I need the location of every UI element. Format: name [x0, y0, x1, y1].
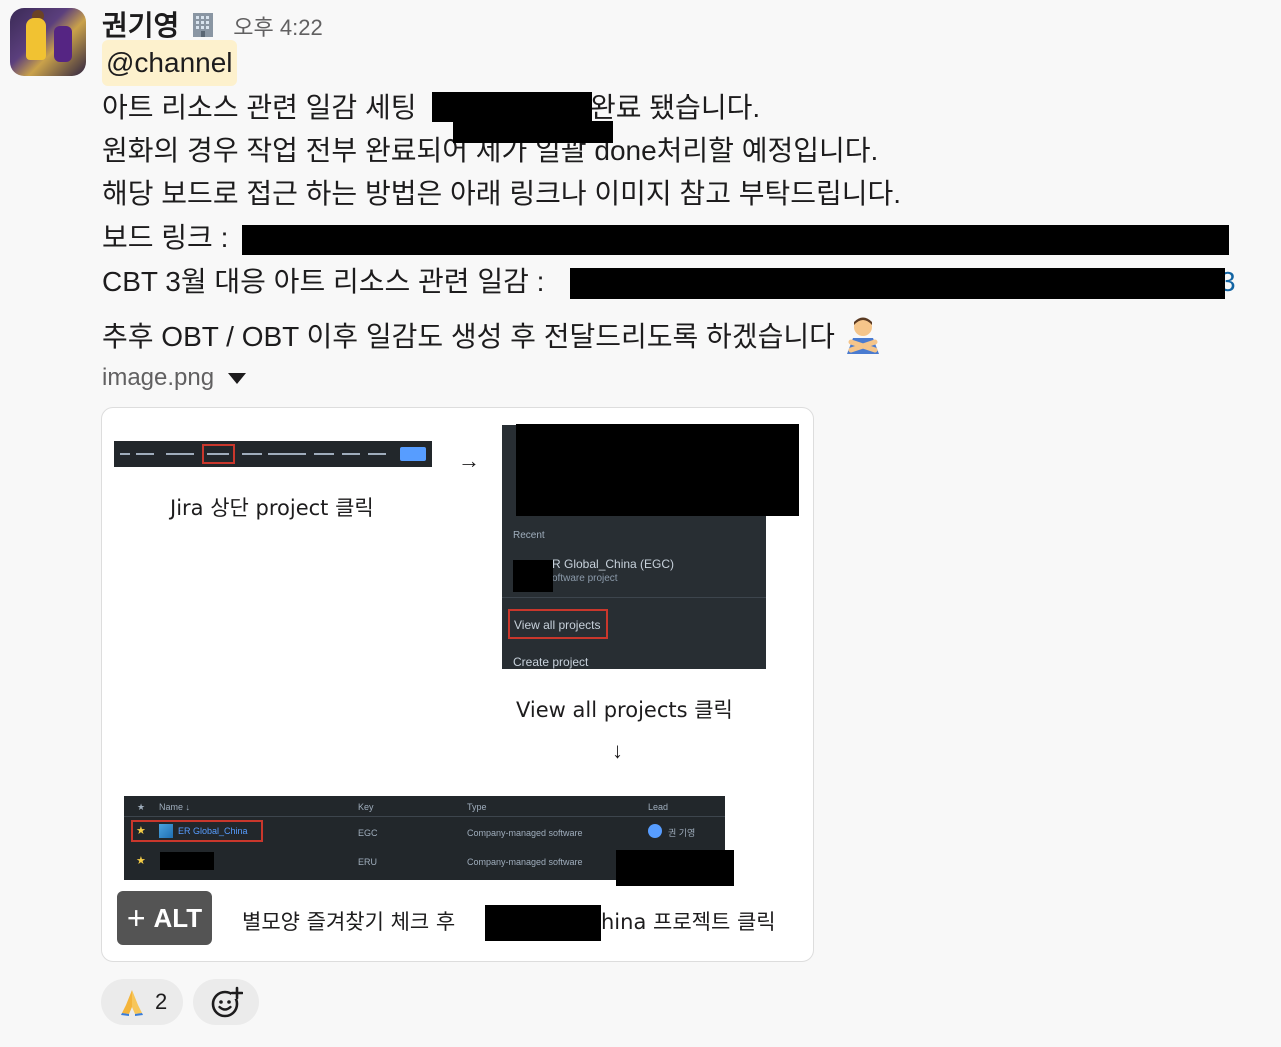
redacted-block	[616, 850, 734, 886]
alt-label: ALT	[153, 902, 203, 933]
chevron-down-icon[interactable]	[228, 372, 247, 384]
message-timestamp[interactable]: 오후 4:22	[233, 10, 322, 42]
reactions-bar: 2	[101, 979, 260, 1025]
menu-project-sub: oftware project	[552, 573, 618, 584]
reaction-count: 2	[155, 989, 168, 1014]
redacted-block	[432, 92, 592, 122]
add-reaction-button[interactable]	[193, 979, 260, 1025]
menu-project-name: R Global_China (EGC)	[552, 557, 675, 571]
message-line-6: 추후 OBT / OBT 이후 일감도 생성 후 전달드리도록 하겠습니다	[102, 306, 883, 357]
redacted-block	[242, 225, 1229, 255]
redacted-block	[485, 905, 601, 941]
alt-text-button[interactable]: + ALT	[117, 891, 212, 945]
board-link-label: 보드 링크 :	[102, 222, 229, 253]
cbt-link-label: CBT 3월 대응 아트 리소스 관련 일감 :	[102, 266, 545, 297]
redacted-block	[513, 560, 553, 592]
author-name[interactable]: 권기영	[102, 4, 179, 44]
file-name[interactable]: image.png	[102, 364, 214, 392]
add-emoji-icon	[211, 986, 244, 1018]
image-attachment[interactable]: Jira 상단 project 클릭 → Recent R Global_Chi…	[101, 407, 814, 962]
message-header: 권기영 오후 4:22	[102, 4, 323, 42]
message-line-3: 해당 보드로 접근 하는 방법은 아래 링크나 이미지 참고 부탁드립니다.	[102, 178, 902, 209]
redacted-block	[570, 268, 1225, 299]
menu-view-all-highlight: View all projects	[508, 609, 608, 639]
message-line-1b: 완료 됐습니다.	[590, 92, 761, 123]
office-building-icon	[193, 13, 214, 37]
caption-step-3-right: hina 프로젝트 클릭	[601, 910, 776, 934]
arrow-right-icon: →	[458, 448, 480, 473]
jira-topbar-screenshot	[114, 441, 432, 467]
person-gesturing-no-icon	[846, 317, 879, 354]
arrow-down-icon: ↓	[612, 738, 623, 763]
message: 권기영 오후 4:22 @channel 아트 리소스 관련 일감 세팅 완료 …	[0, 0, 1281, 1047]
caption-step-1: Jira 상단 project 클릭	[170, 496, 374, 520]
file-header: image.png	[102, 360, 247, 396]
caption-step-3-left: 별모양 즐겨찾기 체크 후	[242, 910, 456, 934]
avatar[interactable]	[10, 8, 86, 76]
reaction-folded-hands[interactable]: 2	[101, 979, 184, 1025]
redacted-block	[160, 852, 214, 870]
channel-mention[interactable]: @channel	[102, 40, 237, 86]
menu-recent-label: Recent	[513, 530, 545, 541]
redacted-block	[453, 121, 613, 143]
plus-icon: +	[126, 900, 146, 936]
message-line-1: 아트 리소스 관련 일감 세팅	[102, 92, 417, 123]
menu-create-project: Create project	[513, 655, 589, 669]
folded-hands-icon	[121, 990, 143, 1016]
caption-step-2: View all projects 클릭	[516, 698, 733, 722]
redacted-block	[516, 424, 799, 516]
